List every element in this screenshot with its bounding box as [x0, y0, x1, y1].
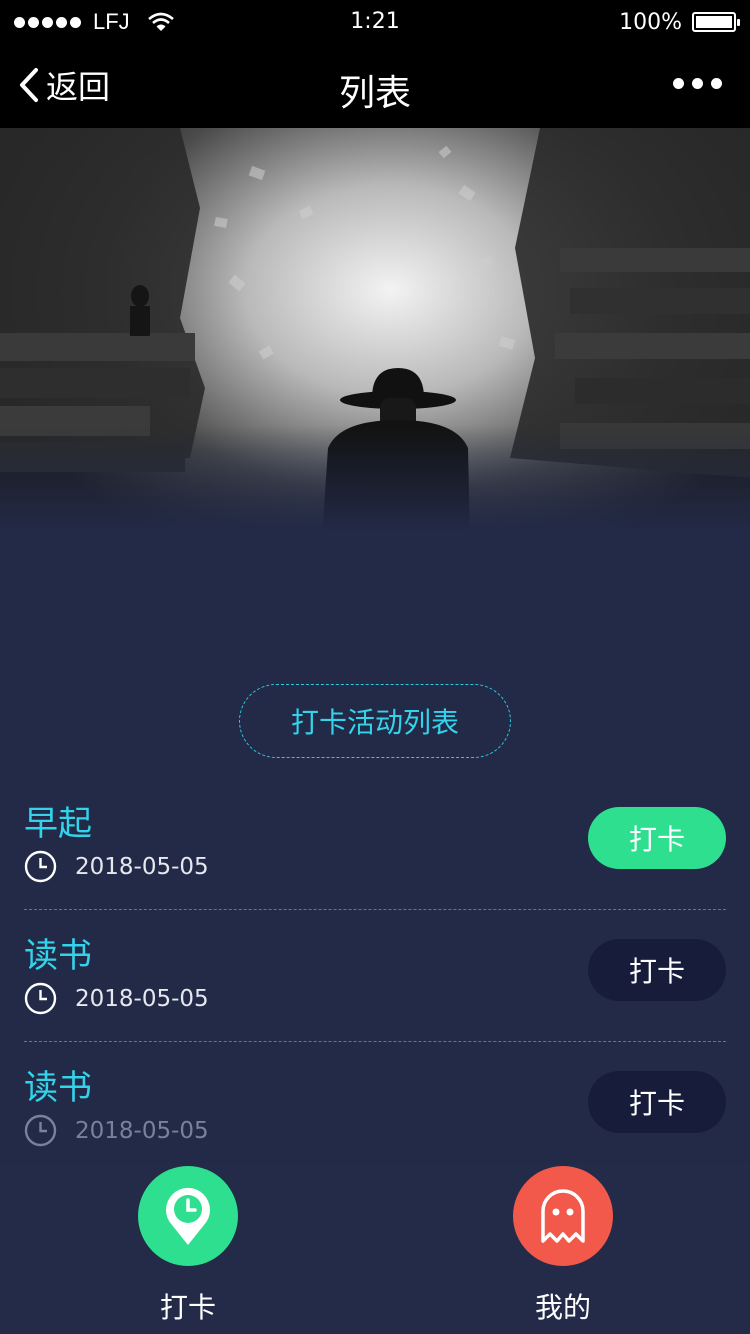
tab-check-in[interactable]: 打卡	[118, 1166, 258, 1326]
tab-bar: 打卡 我的	[0, 1164, 750, 1334]
tab-mine[interactable]: 我的	[493, 1166, 633, 1326]
check-in-button[interactable]: 打卡	[588, 939, 726, 1001]
location-clock-icon[interactable]	[138, 1166, 238, 1266]
activity-list-heading: 打卡活动列表	[239, 684, 511, 758]
clock-icon	[24, 982, 57, 1015]
battery-percent: 100%	[619, 9, 682, 35]
activity-title: 读书	[24, 1068, 92, 1108]
battery-icon	[692, 12, 740, 32]
clock-icon	[24, 1114, 57, 1147]
list-item: 读书 2018-05-05 打卡	[24, 1042, 726, 1174]
activity-title: 早起	[24, 804, 92, 844]
list-item: 早起 2018-05-05 打卡	[24, 778, 726, 910]
activity-date: 2018-05-05	[24, 1114, 209, 1147]
activity-date: 2018-05-05	[24, 850, 209, 883]
carrier-name: LFJ	[93, 9, 130, 34]
status-bar: LFJ 1:21 100%	[0, 0, 750, 44]
list-item: 读书 2018-05-05 打卡	[24, 910, 726, 1042]
tab-label: 我的	[534, 1291, 591, 1324]
hero-banner-image	[0, 128, 750, 668]
signal-strength-icon	[14, 16, 81, 28]
wifi-icon	[147, 12, 174, 31]
ghost-icon[interactable]	[513, 1166, 613, 1266]
navigation-bar: 返回 列表	[0, 44, 750, 128]
page-title: 列表	[338, 73, 411, 114]
tab-label: 打卡	[159, 1291, 216, 1324]
activity-title: 读书	[24, 936, 92, 976]
more-menu-icon[interactable]	[673, 78, 722, 89]
activity-list: 早起 2018-05-05 打卡 读书 2018-05-05 打卡 读书 201…	[24, 778, 726, 1174]
check-in-button[interactable]: 打卡	[588, 807, 726, 869]
clock-icon	[24, 850, 57, 883]
check-in-button[interactable]: 打卡	[588, 1071, 726, 1133]
activity-date-text: 2018-05-05	[75, 985, 209, 1012]
activity-date-text: 2018-05-05	[75, 853, 209, 880]
activity-date-text: 2018-05-05	[75, 1117, 209, 1144]
activity-date: 2018-05-05	[24, 982, 209, 1015]
